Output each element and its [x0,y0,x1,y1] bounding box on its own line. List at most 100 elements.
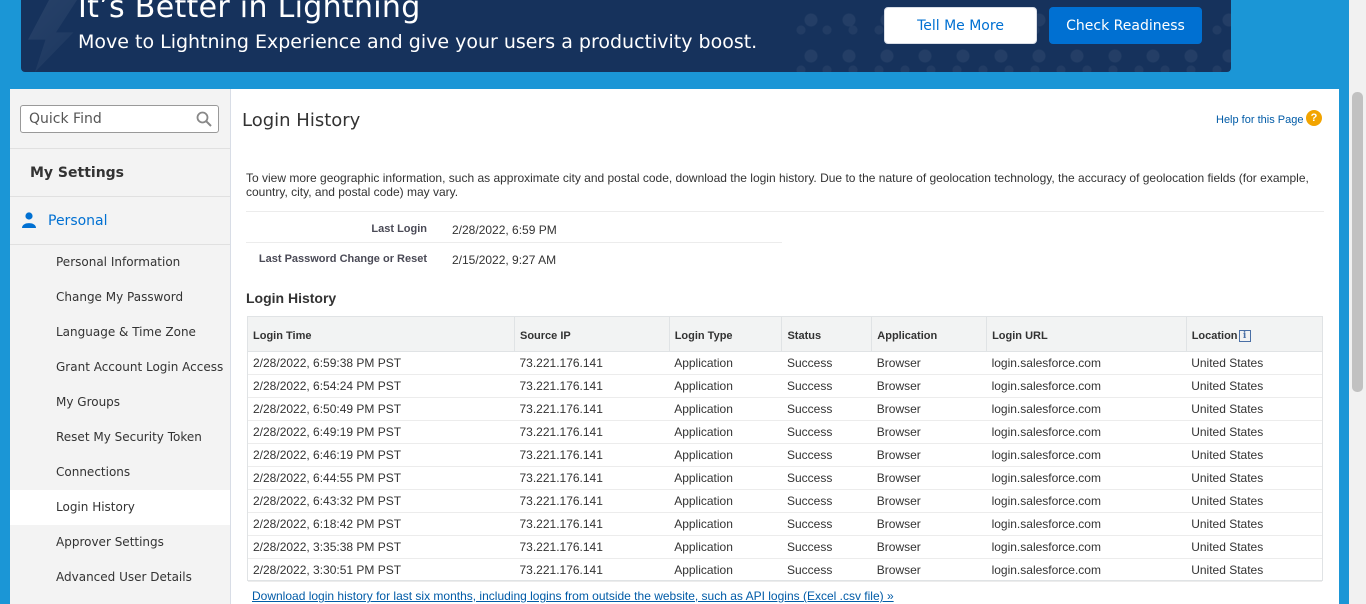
banner-title: It’s Better in Lightning [78,0,421,25]
table-cell: 2/28/2022, 6:49:19 PM PST [248,420,515,444]
content-area: Login History Help for this Page ? To vi… [231,89,1339,604]
table-cell: 73.221.176.141 [514,466,670,490]
scrollbar-thumb[interactable] [1352,92,1363,392]
table-cell: 2/28/2022, 6:59:38 PM PST [248,351,515,375]
table-cell: United States [1186,351,1322,375]
last-password-value: 2/15/2022, 9:27 AM [452,253,557,267]
last-login-value: 2/28/2022, 6:59 PM [452,223,557,237]
sidebar-item-personal-information[interactable]: Personal Information [10,245,230,280]
table-cell: 2/28/2022, 3:35:38 PM PST [248,535,515,559]
table-cell: 73.221.176.141 [514,489,670,513]
personal-group-label: Personal [48,213,108,229]
table-row: 2/28/2022, 3:30:51 PM PST 73.221.176.141 A… [248,558,1322,582]
sidebar-item-login-history[interactable]: Login History [10,490,230,525]
table-cell: login.salesforce.com [986,512,1187,536]
table-header-row: Login Time Source IP Login Type Status A… [248,317,1322,352]
column-header-status[interactable]: Status [781,317,873,352]
section-title: Login History [246,290,337,306]
column-header-source-ip[interactable]: Source IP [514,317,670,352]
sidebar-item-language-time-zone[interactable]: Language & Time Zone [10,315,230,350]
table-body: 2/28/2022, 6:59:38 PM PST 73.221.176.141 A… [248,351,1322,582]
table-cell: United States [1186,512,1322,536]
tell-me-more-button[interactable]: Tell Me More [884,7,1037,44]
table-cell: 73.221.176.141 [514,374,670,398]
page-scrollbar[interactable] [1349,0,1366,604]
sidebar-item-advanced-user-details[interactable]: Advanced User Details [10,560,230,595]
location-label: Location [1191,329,1238,342]
divider [246,211,1324,212]
table-cell: Application [669,443,782,467]
table-cell: Success [781,420,872,444]
table-row: 2/28/2022, 6:54:24 PM PST 73.221.176.141 A… [248,374,1322,398]
sidebar-item-reset-security-token[interactable]: Reset My Security Token [10,420,230,455]
lightning-banner: It’s Better in Lightning Move to Lightni… [21,0,1231,72]
table-cell: 2/28/2022, 6:46:19 PM PST [248,443,515,467]
table-cell: 2/28/2022, 6:50:49 PM PST [248,397,515,421]
table-cell: 2/28/2022, 6:18:42 PM PST [248,512,515,536]
column-header-login-type[interactable]: Login Type [669,317,783,352]
table-cell: 73.221.176.141 [514,512,670,536]
table-cell: Application [669,397,782,421]
sidebar-item-connections[interactable]: Connections [10,455,230,490]
table-cell: Browser [871,420,987,444]
table-cell: Success [781,535,872,559]
table-cell: Application [669,466,782,490]
sidebar-item-grant-account-login-access[interactable]: Grant Account Login Access [10,350,230,385]
table-cell: Browser [871,535,987,559]
sidebar-item-my-groups[interactable]: My Groups [10,385,230,420]
search-icon[interactable] [196,111,212,127]
table-row: 2/28/2022, 6:50:49 PM PST 73.221.176.141 A… [248,397,1322,421]
table-cell: United States [1186,489,1322,513]
table-cell: 73.221.176.141 [514,420,670,444]
table-cell: Browser [871,489,987,513]
table-cell: 73.221.176.141 [514,351,670,375]
quick-find-input[interactable]: Quick Find [20,105,219,133]
table-cell: United States [1186,535,1322,559]
table-cell: login.salesforce.com [986,443,1187,467]
page-title: Login History [242,110,361,131]
person-icon [22,212,36,228]
table-cell: login.salesforce.com [986,489,1187,513]
table-cell: Success [781,558,872,582]
table-row: 2/28/2022, 6:43:32 PM PST 73.221.176.141 A… [248,489,1322,513]
info-icon[interactable]: i [1238,329,1251,342]
last-password-row: Last Password Change or Reset 2/15/2022,… [246,243,782,273]
sidebar-item-change-my-password[interactable]: Change My Password [10,280,230,315]
column-header-login-time[interactable]: Login Time [248,317,515,352]
help-link[interactable]: Help for this Page [1216,114,1303,126]
last-password-label: Last Password Change or Reset [258,253,427,265]
column-header-location[interactable]: Location i [1186,317,1322,352]
table-cell: United States [1186,420,1322,444]
column-header-login-url[interactable]: Login URL [986,317,1187,352]
table-cell: Success [781,466,872,490]
table-cell: United States [1186,558,1322,582]
sidebar-item-approver-settings[interactable]: Approver Settings [10,525,230,560]
table-cell: Application [669,535,782,559]
table-cell: Browser [871,512,987,536]
table-cell: Browser [871,443,987,467]
table-cell: login.salesforce.com [986,558,1187,582]
my-settings-header[interactable]: My Settings [10,148,230,197]
table-cell: Application [669,512,782,536]
banner-subtitle: Move to Lightning Experience and give yo… [78,31,758,53]
table-cell: 73.221.176.141 [514,397,670,421]
table-cell: Application [669,489,782,513]
table-cell: Success [781,443,872,467]
check-readiness-button[interactable]: Check Readiness [1049,7,1202,44]
sidebar: Quick Find My Settings Personal Personal… [10,89,231,604]
table-cell: United States [1186,466,1322,490]
table-row: 2/28/2022, 6:59:38 PM PST 73.221.176.141 A… [248,351,1322,375]
column-header-application[interactable]: Application [871,317,988,352]
table-row: 2/28/2022, 6:46:19 PM PST 73.221.176.141 A… [248,443,1322,467]
table-cell: login.salesforce.com [986,351,1187,375]
table-cell: Application [669,558,782,582]
table-cell: login.salesforce.com [986,466,1187,490]
table-cell: Browser [871,558,987,582]
table-cell: 2/28/2022, 6:44:55 PM PST [248,466,515,490]
personal-group[interactable]: Personal [10,197,230,245]
table-cell: United States [1186,443,1322,467]
table-cell: United States [1186,397,1322,421]
help-icon[interactable]: ? [1306,110,1322,126]
table-cell: 2/28/2022, 6:43:32 PM PST [248,489,515,513]
download-login-history-link[interactable]: Download login history for last six mont… [252,589,894,603]
